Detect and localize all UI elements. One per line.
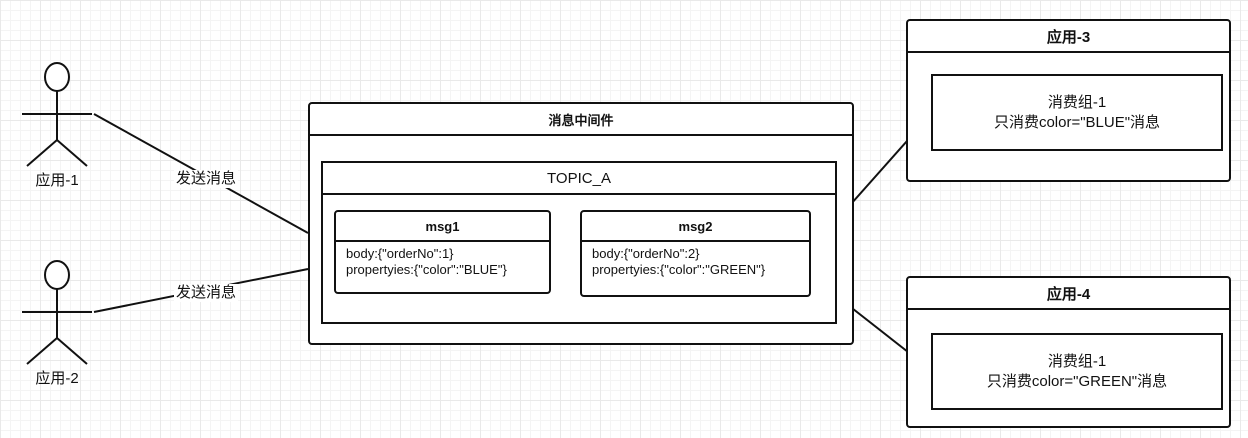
message-body-line-msg1: body:{"orderNo":1} <box>346 246 454 261</box>
message-properties-line-msg2: propertyies:{"color":"GREEN"} <box>592 262 766 277</box>
topic-title: TOPIC_A <box>547 169 611 187</box>
message-body-msg2: body:{"orderNo":2} propertyies:{"color":… <box>582 242 809 282</box>
consumer-group-filter-app-4: 只消费color="GREEN"消息 <box>986 372 1168 390</box>
actor-label-app-2: 应用-2 <box>35 370 79 387</box>
message-header-msg2: msg2 <box>582 212 809 242</box>
message-box-msg2[interactable]: msg2 body:{"orderNo":2} propertyies:{"co… <box>580 210 811 297</box>
topic-container[interactable]: TOPIC_A msg1 body:{"orderNo":1} property… <box>321 161 837 324</box>
middleware-container[interactable]: 消息中间件 TOPIC_A msg1 body:{"orderNo":1} pr… <box>308 102 854 345</box>
app-3-container[interactable]: 应用-3 消费组-1 只消费color="BLUE"消息 <box>906 19 1231 182</box>
message-body-line-msg2: body:{"orderNo":2} <box>592 246 700 261</box>
app-4-container[interactable]: 应用-4 消费组-1 只消费color="GREEN"消息 <box>906 276 1231 428</box>
app-4-header: 应用-4 <box>908 278 1229 310</box>
message-box-msg1[interactable]: msg1 body:{"orderNo":1} propertyies:{"co… <box>334 210 551 294</box>
middleware-title: 消息中间件 <box>548 112 614 128</box>
actor-figure-app-1 <box>22 62 92 167</box>
diagram-canvas: 应用-1 应用-2 发送消息 发送消息 消息中间件 TOPIC_A msg1 b… <box>0 0 1248 438</box>
app-3-header: 应用-3 <box>908 21 1229 53</box>
message-title-msg2: msg2 <box>678 218 713 234</box>
edge-label-send-2: 发送消息 <box>174 284 239 302</box>
message-header-msg1: msg1 <box>336 212 549 242</box>
consumer-group-name-app-4: 消费组-1 <box>1047 352 1107 370</box>
consumer-group-name-app-3: 消费组-1 <box>1047 93 1107 111</box>
message-properties-line-msg1: propertyies:{"color":"BLUE"} <box>346 262 507 277</box>
message-title-msg1: msg1 <box>425 218 460 234</box>
consumer-group-filter-app-3: 只消费color="BLUE"消息 <box>993 113 1161 131</box>
edge-label-send-1: 发送消息 <box>174 170 239 188</box>
topic-header: TOPIC_A <box>323 163 835 195</box>
consumer-group-box-app-4[interactable]: 消费组-1 只消费color="GREEN"消息 <box>931 333 1223 410</box>
app-3-title: 应用-3 <box>1046 28 1091 46</box>
consumer-group-box-app-3[interactable]: 消费组-1 只消费color="BLUE"消息 <box>931 74 1223 151</box>
actor-figure-app-2 <box>22 260 92 365</box>
middleware-header: 消息中间件 <box>310 104 852 136</box>
app-4-title: 应用-4 <box>1046 285 1091 303</box>
actor-label-app-1: 应用-1 <box>35 172 79 189</box>
message-body-msg1: body:{"orderNo":1} propertyies:{"color":… <box>336 242 549 282</box>
